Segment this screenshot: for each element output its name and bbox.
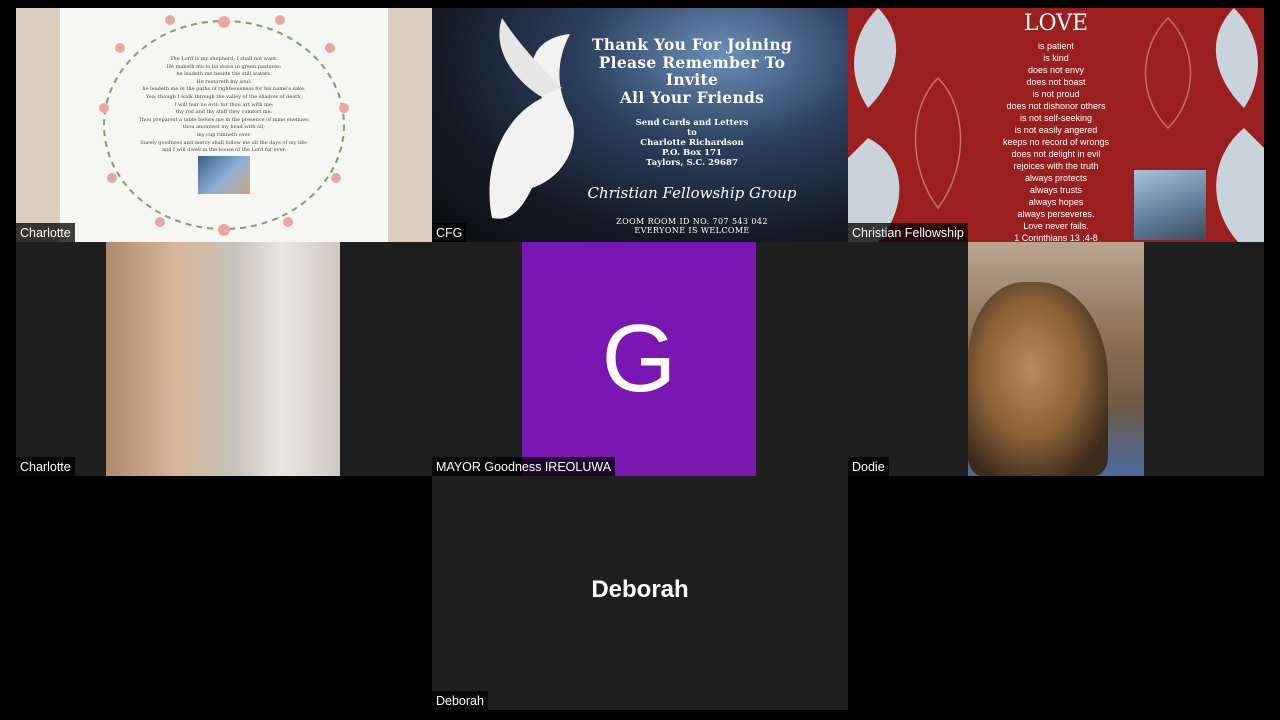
psalm-line: my cup runneth over. [196, 131, 252, 138]
verse-line: is not easily angered [1014, 125, 1098, 135]
psalm-text: The Lord is my shepherd; I shall not wan… [60, 56, 388, 155]
jesus-picture [1134, 170, 1206, 240]
headline-line: Thank You For Joining [591, 35, 793, 54]
verse-line: Love never fails. [1023, 221, 1089, 231]
verse-line: 1 Corinthians 13 :4-8 [1014, 233, 1098, 242]
participant-name: Deborah [432, 691, 488, 710]
verse-line: does not dishonor others [1006, 101, 1106, 111]
address-line: Send Cards and Letters [635, 118, 749, 128]
verse-line: rejoices with the truth [1013, 161, 1099, 171]
address-line: Charlotte Richardson [640, 138, 744, 148]
address-line: P.O. Box 171 [661, 148, 723, 158]
dog-photo [968, 242, 1144, 476]
dog-shape [968, 282, 1108, 476]
participant-name: Charlotte [16, 457, 75, 476]
participant-name: Dodie [848, 457, 889, 476]
psalm-line: Surely goodness and mercy shall follow m… [140, 139, 308, 146]
love-title: LOVE [1023, 11, 1089, 36]
group-name: Christian Fellowship Group [587, 184, 797, 202]
zoom-line: EVERYONE IS WELCOME [634, 226, 750, 235]
verse-line: keeps no record of wrongs [1002, 137, 1110, 147]
zoom-line: ZOOM ROOM ID NO. 707 543 042 [616, 217, 768, 226]
psalm-line: The Lord is my shepherd; I shall not wan… [170, 56, 278, 62]
video-tile-deborah[interactable]: Deborah Deborah [432, 476, 848, 710]
participant-display-name: Deborah [591, 576, 689, 603]
psalm-line: He restoreth my soul: [196, 78, 252, 85]
verse-line: always hopes [1028, 197, 1084, 207]
dove-icon [489, 18, 574, 219]
psalm-line: thou anointest my head with oil; [183, 124, 265, 131]
psalm-line: Yea, though I walk through the valley of… [146, 93, 302, 100]
participant-name: Christian Fellowship [848, 223, 968, 242]
avatar: G [522, 242, 756, 476]
verse-line: is not self-seeking [1019, 113, 1093, 123]
video-tile-christian-fellowship[interactable]: LOVE is patient is kind does not envy do… [848, 8, 1264, 242]
verse-line: does not envy [1027, 65, 1085, 75]
video-tile-charlotte-psalm[interactable]: The Lord is my shepherd; I shall not wan… [16, 8, 432, 242]
verse-line: always trusts [1029, 185, 1082, 195]
video-tile-cfg[interactable]: Thank You For Joining Please Remember To… [432, 8, 848, 242]
verse-line: is not proud [1032, 89, 1080, 99]
psalm-card: The Lord is my shepherd; I shall not wan… [60, 8, 388, 242]
psalm-line: thy rod and thy staff they comfort me. [175, 109, 273, 116]
verse-line: always protects [1024, 173, 1088, 183]
psalm-line: Thou preparest a table before me in the … [138, 116, 310, 123]
participant-name: CFG [432, 223, 467, 242]
zoom-room-info: ZOOM ROOM ID NO. 707 543 042 EVERYONE IS… [582, 217, 802, 235]
verse-line: is kind [1043, 53, 1069, 63]
address-line: Taylors, S.C. 29687 [646, 158, 738, 168]
psalm-line: and I will dwell in the house of the Lor… [162, 147, 286, 154]
psalm-line: He maketh me to lie down in green pastur… [166, 63, 282, 70]
psalm-line: he leadeth me beside the still waters. [176, 71, 272, 78]
love-verse: LOVE is patient is kind does not envy do… [976, 8, 1136, 242]
headline-line: Please Remember To [598, 52, 786, 72]
verse-line: always perseveres. [1017, 209, 1095, 219]
headline-line: Invite [665, 70, 719, 89]
video-tile-charlotte-camera[interactable]: Charlotte [16, 242, 432, 476]
headline-line: All Your Friends [619, 87, 765, 107]
verse-line: does not delight in evil [1011, 149, 1101, 159]
thank-you-headline: Thank You For Joining Please Remember To… [572, 36, 812, 106]
video-tile-dodie[interactable]: Dodie [848, 242, 1264, 476]
psalm-line: he leadeth me in the paths of righteousn… [142, 86, 306, 93]
participant-name: Charlotte [16, 223, 75, 242]
avatar-initial: G [601, 305, 677, 412]
verse-line: is patient [1037, 41, 1075, 51]
participant-name: MAYOR Goodness IREOLUWA [432, 457, 616, 476]
jesus-picture [198, 156, 250, 194]
address-line: to [687, 128, 697, 138]
psalm-line: I will fear no evil: for thou art with m… [174, 101, 274, 108]
verse-line: does not boast [1026, 77, 1086, 87]
mailing-address: Send Cards and Letters to Charlotte Rich… [582, 118, 802, 168]
couple-photo [106, 242, 340, 476]
video-tile-mayor-goodness[interactable]: G MAYOR Goodness IREOLUWA [432, 242, 848, 476]
